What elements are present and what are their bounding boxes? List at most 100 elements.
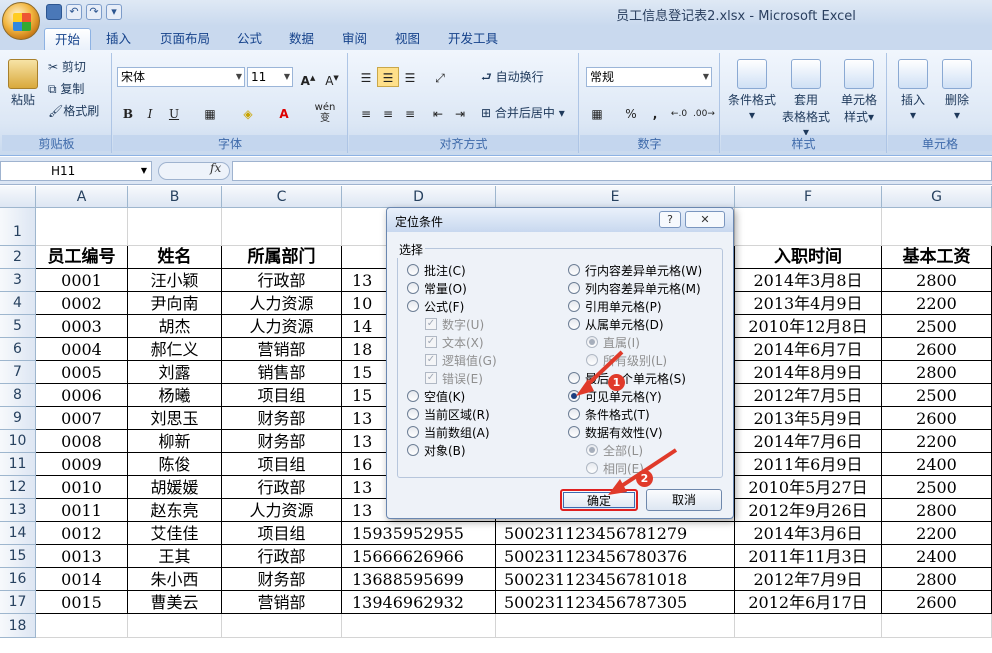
shrink-font-button[interactable]: A▼ [321,67,343,88]
align-right-button[interactable]: ≡ [399,103,421,123]
empty-cell[interactable] [128,614,222,638]
column-header-g[interactable]: G [882,186,992,208]
table-cell[interactable]: 刘思玉 [128,407,222,430]
table-cell[interactable]: 胡杰 [128,315,222,338]
table-cell[interactable]: 2012年7月9日 [735,568,882,591]
table-cell[interactable]: 财务部 [222,568,342,591]
table-cell[interactable]: 15935952955 [342,522,496,545]
table-cell[interactable]: 2400 [882,545,992,568]
row-header[interactable]: 4 [0,292,36,315]
table-cell[interactable]: 2010年5月27日 [735,476,882,499]
table-cell[interactable]: 0012 [36,522,128,545]
radio-left_options-10[interactable]: 对象(B) [407,441,466,459]
empty-cell[interactable] [222,614,342,638]
row-header[interactable]: 18 [0,614,36,638]
number-format-combo[interactable]: 常规 ▼ [586,67,712,87]
tab-view[interactable]: 视图 [395,28,420,50]
row-header[interactable]: 15 [0,545,36,568]
row-header[interactable]: 11 [0,453,36,476]
table-cell[interactable]: 2013年4月9日 [735,292,882,315]
table-cell[interactable]: 行政部 [222,476,342,499]
table-cell[interactable]: 2600 [882,338,992,361]
table-cell[interactable]: 2014年3月8日 [735,269,882,292]
table-cell[interactable]: 2800 [882,361,992,384]
ok-button[interactable]: 确定 [560,489,638,511]
table-cell[interactable]: 0010 [36,476,128,499]
table-cell[interactable]: 0009 [36,453,128,476]
table-cell[interactable]: 15666626966 [342,545,496,568]
row-header[interactable]: 2 [0,246,36,269]
empty-cell[interactable] [342,614,496,638]
row-header[interactable]: 8 [0,384,36,407]
row-header[interactable]: 12 [0,476,36,499]
radio-right_options-1[interactable]: 列内容差异单元格(M) [568,279,701,297]
table-cell[interactable]: 曹美云 [128,591,222,614]
table-cell[interactable]: 0015 [36,591,128,614]
tab-insert[interactable]: 插入 [106,28,131,50]
radio-right_options-9[interactable]: 数据有效性(V) [568,423,663,441]
header-cell[interactable]: 姓名 [128,246,222,269]
table-cell[interactable]: 行政部 [222,545,342,568]
table-cell[interactable]: 2500 [882,384,992,407]
table-cell[interactable]: 王其 [128,545,222,568]
help-icon[interactable]: ? [659,211,681,228]
row-header[interactable]: 7 [0,361,36,384]
header-cell[interactable]: 基本工资 [882,246,992,269]
paste-button[interactable]: 粘贴 [6,59,40,108]
table-cell[interactable]: 2600 [882,591,992,614]
column-header-c[interactable]: C [222,186,342,208]
table-cell[interactable]: 2200 [882,292,992,315]
table-cell[interactable]: 2014年8月9日 [735,361,882,384]
table-cell[interactable]: 财务部 [222,430,342,453]
cut-button[interactable]: ✂ 剪切 [48,57,86,77]
format-painter-button[interactable]: 🖌格式刷 [48,101,99,121]
radio-left_options-0[interactable]: 批注(C) [407,261,466,279]
row-header[interactable]: 9 [0,407,36,430]
table-cell[interactable]: 500231123456781279 [496,522,735,545]
format-as-table-button[interactable]: 套用 表格格式▾ [779,59,833,139]
table-cell[interactable]: 0006 [36,384,128,407]
italic-button[interactable]: I [139,103,161,123]
align-left-button[interactable]: ≡ [355,103,377,123]
table-cell[interactable]: 项目组 [222,384,342,407]
tab-review[interactable]: 审阅 [342,28,367,50]
column-header-a[interactable]: A [36,186,128,208]
table-cell[interactable]: 2500 [882,315,992,338]
percent-button[interactable]: % [620,103,642,123]
table-cell[interactable]: 2011年6月9日 [735,453,882,476]
table-cell[interactable]: 行政部 [222,269,342,292]
table-cell[interactable]: 2500 [882,476,992,499]
table-cell[interactable]: 项目组 [222,453,342,476]
table-cell[interactable]: 2014年7月6日 [735,430,882,453]
title-cell[interactable] [222,208,342,246]
align-top-button[interactable]: ☰ [355,67,377,87]
bold-button[interactable]: B [117,103,139,123]
row-header[interactable]: 1 [0,208,36,246]
align-center-button[interactable]: ≡ [377,103,399,123]
table-cell[interactable]: 0011 [36,499,128,522]
table-cell[interactable]: 2011年11月3日 [735,545,882,568]
cancel-button[interactable]: 取消 [646,489,722,511]
table-cell[interactable]: 人力资源 [222,499,342,522]
table-cell[interactable]: 2600 [882,407,992,430]
table-cell[interactable]: 胡媛媛 [128,476,222,499]
table-cell[interactable]: 0003 [36,315,128,338]
table-cell[interactable]: 尹向南 [128,292,222,315]
table-cell[interactable]: 500231123456780376 [496,545,735,568]
align-bottom-button[interactable]: ☰ [399,67,421,87]
table-cell[interactable]: 汪小颖 [128,269,222,292]
table-cell[interactable]: 人力资源 [222,292,342,315]
merge-center-button[interactable]: ⊞ 合并后居中 ▾ [481,103,565,123]
comma-button[interactable]: , [644,103,666,123]
border-button[interactable]: ▦ [199,103,221,123]
align-middle-button[interactable]: ☰ [377,67,399,87]
row-header[interactable]: 13 [0,499,36,522]
table-cell[interactable]: 13946962932 [342,591,496,614]
tab-page-layout[interactable]: 页面布局 [160,28,210,50]
table-cell[interactable]: 0001 [36,269,128,292]
table-cell[interactable]: 销售部 [222,361,342,384]
table-cell[interactable]: 2012年6月17日 [735,591,882,614]
table-cell[interactable]: 财务部 [222,407,342,430]
table-cell[interactable]: 2800 [882,568,992,591]
table-cell[interactable]: 0004 [36,338,128,361]
